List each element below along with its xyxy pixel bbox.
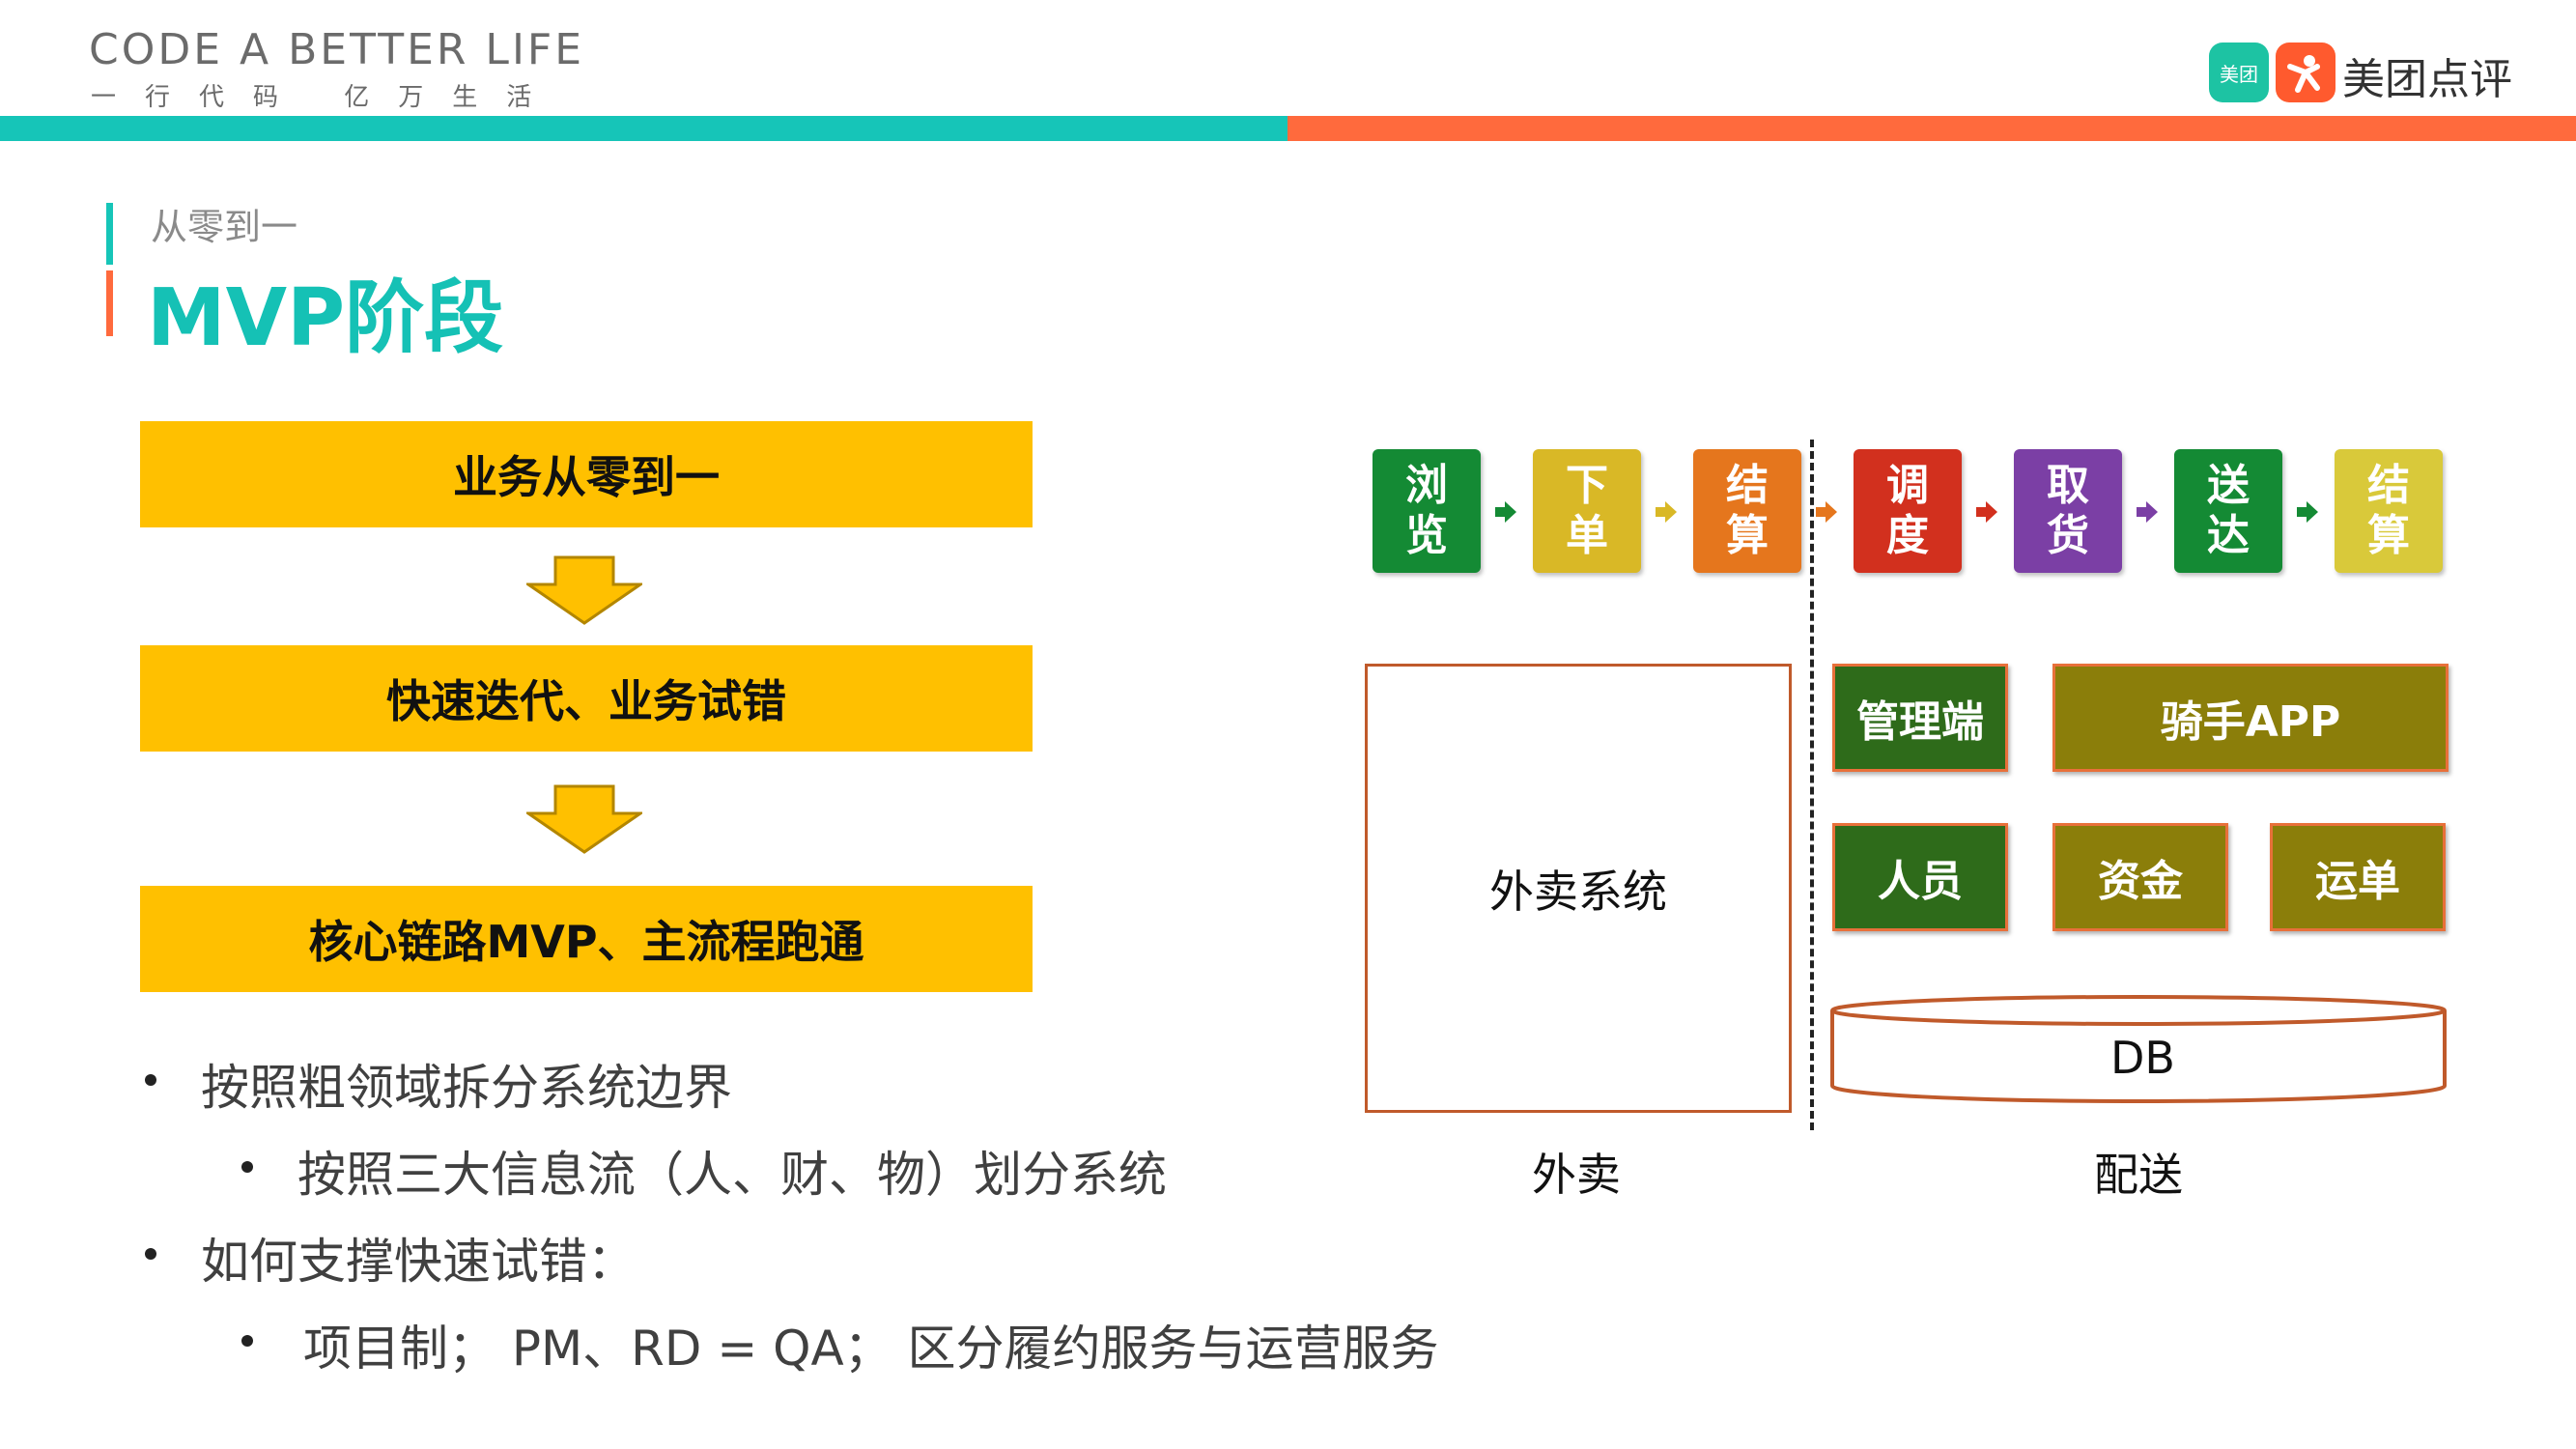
arrow-right-icon	[2297, 501, 2318, 523]
bullet-dot	[241, 1161, 253, 1173]
module-funds: 资金	[2052, 823, 2228, 931]
process-step-char: 算	[2367, 511, 2410, 560]
arrow-right-icon	[1976, 501, 1997, 523]
process-step-char: 取	[2047, 461, 2089, 510]
section-subtitle: 从零到一	[151, 206, 298, 248]
waimai-system-box: 外卖系统	[1365, 664, 1792, 1113]
bullet-dot	[145, 1074, 156, 1086]
process-step-char: 览	[1405, 511, 1448, 560]
bullet-dot	[241, 1335, 253, 1347]
arrow-right-icon	[1656, 501, 1677, 523]
section-title: MVP阶段	[147, 272, 504, 364]
title-accent-teal	[106, 203, 113, 265]
process-step-order: 下 单	[1533, 449, 1641, 573]
bullet-dot	[145, 1248, 156, 1260]
process-step-char: 结	[2367, 461, 2410, 510]
caption-waimai: 外卖	[1532, 1149, 1621, 1201]
process-step-dispatch: 调 度	[1854, 449, 1962, 573]
arrow-right-icon	[1495, 501, 1516, 523]
bullet-text: 按照三大信息流（人、财、物）划分系统	[297, 1147, 1167, 1203]
dianping-logo-icon	[2276, 43, 2335, 102]
process-step-browse: 浏 览	[1373, 449, 1481, 573]
process-step-char: 浏	[1405, 461, 1448, 510]
title-accent-orange	[106, 270, 113, 336]
logo-text: 美团点评	[2342, 55, 2512, 104]
arrow-right-icon	[1816, 501, 1837, 523]
module-rider-app: 骑手APP	[2052, 664, 2449, 772]
flow-step-2: 快速迭代、业务试错	[140, 645, 1033, 752]
arrow-right-icon	[2137, 501, 2158, 523]
bullet-text: 如何支撑快速试错：	[201, 1234, 636, 1290]
process-step-deliver: 送 达	[2174, 449, 2282, 573]
process-step-settle: 结 算	[1693, 449, 1801, 573]
process-step-char: 算	[1726, 511, 1769, 560]
module-admin: 管理端	[1832, 664, 2008, 772]
process-step-char: 达	[2207, 511, 2250, 560]
module-personnel: 人员	[1832, 823, 2008, 931]
process-step-char: 结	[1726, 461, 1769, 510]
process-step-char: 下	[1566, 461, 1608, 510]
brand-slogan-cn: 一行代码 亿万生活	[91, 83, 561, 112]
process-step-pickup: 取 货	[2014, 449, 2122, 573]
module-waybill: 运单	[2270, 823, 2446, 931]
meituan-logo-icon: 美团	[2209, 43, 2269, 102]
process-step-char: 送	[2207, 461, 2250, 510]
flow-step-1: 业务从零到一	[140, 421, 1033, 527]
process-step-char: 货	[2047, 511, 2089, 560]
header-bar-teal	[0, 116, 1288, 141]
db-label: DB	[2110, 1032, 2175, 1084]
waimai-system-label: 外卖系统	[1489, 865, 1667, 918]
bullet-text: 按照粗领域拆分系统边界	[201, 1060, 732, 1116]
process-step-char: 度	[1886, 511, 1929, 560]
process-step-char: 单	[1566, 511, 1608, 560]
flow-step-3: 核心链路MVP、主流程跑通	[140, 886, 1033, 992]
process-step-settle-2: 结 算	[2335, 449, 2443, 573]
bullet-text: 项目制； PM、RD = QA； 区分履约服务与运营服务	[303, 1321, 1439, 1377]
caption-delivery: 配送	[2094, 1149, 2183, 1201]
down-arrow-icon	[526, 784, 642, 854]
header-bar-orange	[1288, 116, 2576, 141]
meituan-logo-label: 美团	[2220, 62, 2258, 86]
process-step-char: 调	[1886, 461, 1929, 510]
down-arrow-icon	[526, 555, 642, 625]
brand-slogan-en: CODE A BETTER LIFE	[89, 25, 585, 74]
dashed-divider	[1810, 440, 1814, 1130]
